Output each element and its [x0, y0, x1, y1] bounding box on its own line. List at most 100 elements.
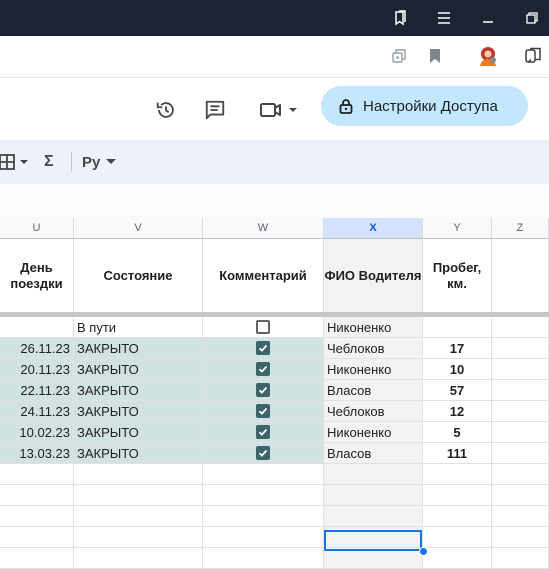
cell-empty[interactable] — [0, 464, 74, 485]
borders-button[interactable] — [0, 148, 32, 176]
menu-icon[interactable] — [422, 0, 466, 36]
cell-mileage[interactable]: 5 — [423, 422, 492, 443]
functions-button[interactable]: Σ — [44, 148, 54, 176]
selected-cell[interactable] — [324, 530, 422, 551]
cell-empty[interactable] — [74, 506, 203, 527]
cell-driver[interactable]: Чеблоков — [324, 401, 423, 422]
formula-bar[interactable] — [0, 184, 549, 218]
header-cell-date[interactable]: День поездки — [0, 239, 74, 312]
cell-driver[interactable]: Никоненко — [324, 359, 423, 380]
cell-empty[interactable] — [423, 485, 492, 506]
cell-mileage[interactable]: 57 — [423, 380, 492, 401]
cell-date[interactable]: 26.11.23 — [0, 338, 74, 359]
column-header-v[interactable]: V — [74, 218, 203, 239]
cell-empty[interactable] — [203, 464, 324, 485]
cell-empty[interactable] — [0, 527, 74, 548]
collections-icon[interactable] — [519, 42, 547, 70]
cell-driver[interactable]: Чеблоков — [324, 338, 423, 359]
cell-empty[interactable] — [492, 422, 549, 443]
cell-empty[interactable] — [203, 485, 324, 506]
extension-icon[interactable] — [385, 42, 413, 70]
cell-empty[interactable] — [492, 527, 549, 548]
cell-driver[interactable]: Никоненко — [324, 422, 423, 443]
cell-empty[interactable] — [423, 527, 492, 548]
checkbox-checked-icon[interactable] — [256, 383, 270, 397]
cell-empty[interactable] — [0, 506, 74, 527]
cell-comment[interactable] — [203, 380, 324, 401]
cell-empty[interactable] — [492, 401, 549, 422]
history-icon[interactable] — [150, 94, 182, 126]
checkbox-unchecked-icon[interactable] — [256, 320, 270, 334]
cell-empty[interactable] — [423, 506, 492, 527]
input-tools-button[interactable]: Ру — [82, 148, 120, 176]
cell-empty[interactable] — [203, 527, 324, 548]
header-cell-mileage[interactable]: Пробег, км. — [423, 239, 492, 312]
cell-empty[interactable] — [492, 359, 549, 380]
checkbox-checked-icon[interactable] — [256, 446, 270, 460]
cell-mileage[interactable]: 10 — [423, 359, 492, 380]
cell-empty[interactable] — [492, 506, 549, 527]
checkbox-checked-icon[interactable] — [256, 425, 270, 439]
cell-date[interactable]: 10.02.23 — [0, 422, 74, 443]
column-header-y[interactable]: Y — [423, 218, 492, 239]
bookmark-icon[interactable] — [421, 42, 449, 70]
profile-avatar-icon[interactable] — [474, 42, 502, 70]
cell-empty[interactable] — [203, 506, 324, 527]
cell-empty[interactable] — [492, 548, 549, 569]
header-cell-status[interactable]: Состояние — [74, 239, 203, 312]
cell-comment[interactable] — [203, 401, 324, 422]
bookmarks-icon[interactable] — [378, 0, 422, 36]
cell-comment[interactable] — [203, 422, 324, 443]
checkbox-checked-icon[interactable] — [256, 362, 270, 376]
cell-empty[interactable] — [0, 485, 74, 506]
cell-empty[interactable] — [74, 464, 203, 485]
cell-empty[interactable] — [492, 464, 549, 485]
cell-empty[interactable] — [324, 464, 423, 485]
cell-status[interactable]: ЗАКРЫТО — [74, 422, 203, 443]
cell-status[interactable]: ЗАКРЫТО — [74, 359, 203, 380]
cell-driver[interactable]: Власов — [324, 380, 423, 401]
cell-empty[interactable] — [74, 485, 203, 506]
cell-empty[interactable] — [423, 464, 492, 485]
restore-icon[interactable] — [510, 0, 549, 36]
cell-status[interactable]: ЗАКРЫТО — [74, 401, 203, 422]
cell-empty[interactable] — [492, 443, 549, 464]
checkbox-checked-icon[interactable] — [256, 341, 270, 355]
minimize-icon[interactable] — [466, 0, 510, 36]
cell-status[interactable]: ЗАКРЫТО — [74, 338, 203, 359]
cell-empty[interactable] — [492, 338, 549, 359]
cell-mileage[interactable]: 12 — [423, 401, 492, 422]
cell-empty[interactable] — [423, 548, 492, 569]
cell-empty[interactable] — [492, 380, 549, 401]
cell-mileage[interactable]: 111 — [423, 443, 492, 464]
cell-status[interactable]: В пути — [74, 317, 203, 338]
cell-mileage[interactable] — [423, 317, 492, 338]
share-button[interactable]: Настройки Доступа — [321, 86, 528, 126]
cell-comment[interactable] — [203, 359, 324, 380]
column-header-u[interactable]: U — [0, 218, 74, 239]
cell-date[interactable]: 13.03.23 — [0, 443, 74, 464]
cell-date[interactable] — [0, 317, 74, 338]
cell-comment[interactable] — [203, 338, 324, 359]
cell-driver[interactable]: Власов — [324, 443, 423, 464]
column-header-z[interactable]: Z — [492, 218, 549, 239]
cell-empty[interactable] — [74, 527, 203, 548]
column-header-x[interactable]: X — [324, 218, 423, 239]
cell-empty[interactable] — [324, 548, 423, 569]
cell-empty[interactable] — [324, 485, 423, 506]
cell-driver[interactable]: Никоненко — [324, 317, 423, 338]
cell-comment[interactable] — [203, 317, 324, 338]
cell-date[interactable]: 24.11.23 — [0, 401, 74, 422]
cell-empty[interactable] — [324, 506, 423, 527]
header-cell-comment[interactable]: Комментарий — [203, 239, 324, 312]
fill-handle[interactable] — [419, 547, 428, 556]
header-cell-z[interactable] — [492, 239, 549, 312]
cell-status[interactable]: ЗАКРЫТО — [74, 443, 203, 464]
cell-comment[interactable] — [203, 443, 324, 464]
cell-mileage[interactable]: 17 — [423, 338, 492, 359]
header-cell-driver[interactable]: ФИО Водителя — [324, 239, 423, 312]
cell-status[interactable]: ЗАКРЫТО — [74, 380, 203, 401]
cell-empty[interactable] — [203, 548, 324, 569]
cell-empty[interactable] — [492, 485, 549, 506]
cell-empty[interactable] — [492, 317, 549, 338]
